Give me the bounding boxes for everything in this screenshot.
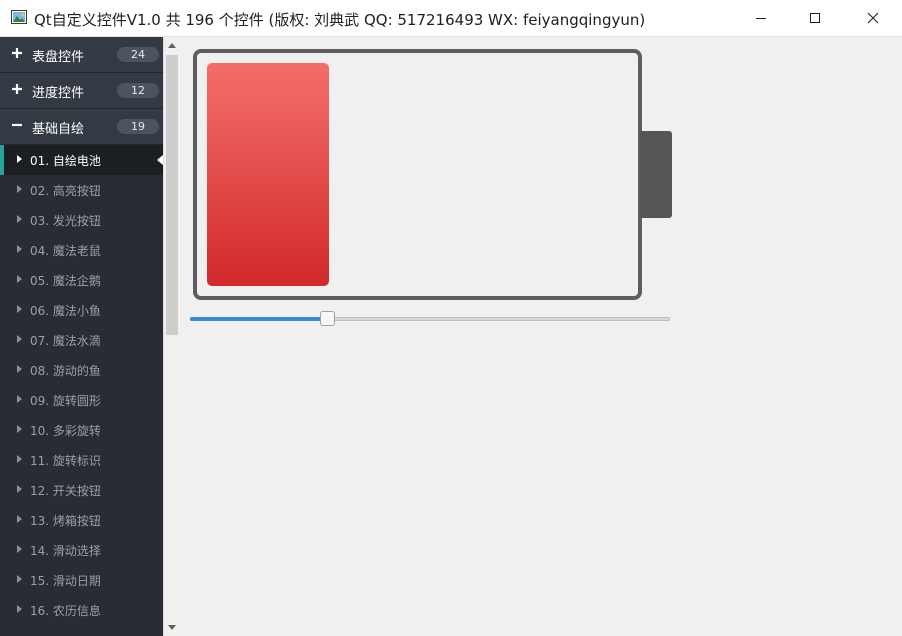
sidebar-item-label: 11. 旋转标识 — [30, 454, 101, 468]
scroll-down-button[interactable] — [164, 619, 180, 636]
sidebar-item-label: 05. 魔法企鹅 — [30, 274, 101, 288]
sidebar-item-label: 02. 高亮按钮 — [30, 184, 101, 198]
caret-right-icon — [17, 395, 22, 403]
sidebar-group-label: 进度控件 — [32, 86, 85, 101]
battery-level-fill — [207, 63, 329, 286]
sidebar-item[interactable]: 03. 发光按钮 — [0, 205, 163, 235]
sidebar-item-battery[interactable]: 01. 自绘电池 — [0, 145, 163, 175]
sidebar-item-label: 15. 滑动日期 — [30, 574, 101, 588]
arrow-down-icon — [168, 625, 176, 630]
minus-icon — [12, 123, 22, 127]
caret-right-icon — [17, 155, 22, 163]
sidebar-item-label: 08. 游动的鱼 — [30, 364, 101, 378]
sidebar-item-label: 10. 多彩旋转 — [30, 424, 101, 438]
sidebar-item[interactable]: 09. 旋转圆形 — [0, 385, 163, 415]
sidebar-item-label: 06. 魔法小鱼 — [30, 304, 101, 318]
sidebar-item[interactable]: 13. 烤箱按钮 — [0, 505, 163, 535]
sidebar-group-label: 表盘控件 — [32, 50, 85, 65]
sidebar-item-label: 09. 旋转圆形 — [30, 394, 101, 408]
sidebar-item[interactable]: 14. 滑动选择 — [0, 535, 163, 565]
sidebar-item[interactable]: 15. 滑动日期 — [0, 565, 163, 595]
sidebar-item-label: 03. 发光按钮 — [30, 214, 101, 228]
sidebar-item[interactable]: 10. 多彩旋转 — [0, 415, 163, 445]
sidebar-item-label: 04. 魔法老鼠 — [30, 244, 101, 258]
caret-right-icon — [17, 575, 22, 583]
window-title: Qt自定义控件V1.0 共 196 个控件 (版权: 刘典武 QQ: 51721… — [34, 11, 646, 29]
close-icon — [867, 12, 879, 24]
caret-right-icon — [17, 305, 22, 313]
close-button[interactable] — [844, 0, 902, 36]
sidebar-item-label: 13. 烤箱按钮 — [30, 514, 101, 528]
sidebar-item[interactable]: 05. 魔法企鹅 — [0, 265, 163, 295]
sidebar-item[interactable]: 16. 农历信息 — [0, 595, 163, 625]
app-image-icon — [11, 10, 27, 24]
sidebar-item[interactable]: 06. 魔法小鱼 — [0, 295, 163, 325]
sidebar-item[interactable]: 02. 高亮按钮 — [0, 175, 163, 205]
plus-icon — [12, 48, 22, 58]
caret-right-icon — [17, 245, 22, 253]
sidebar-item[interactable]: 07. 魔法水滴 — [0, 325, 163, 355]
sidebar-item[interactable]: 12. 开关按钮 — [0, 475, 163, 505]
minimize-icon — [756, 18, 766, 19]
sidebar-item[interactable]: 11. 旋转标识 — [0, 445, 163, 475]
sidebar-item-label: 16. 农历信息 — [30, 604, 101, 618]
caret-right-icon — [17, 185, 22, 193]
sidebar-nav: 表盘控件 24 进度控件 12 基础自绘 19 01. 自绘电池 02. 高亮按… — [0, 37, 163, 636]
sidebar-group-basic[interactable]: 基础自绘 19 — [0, 109, 163, 145]
battery-level-slider[interactable] — [190, 311, 670, 327]
minimize-button[interactable] — [732, 0, 790, 36]
sidebar-group-dial[interactable]: 表盘控件 24 — [0, 37, 163, 73]
sidebar-item-label: 14. 滑动选择 — [30, 544, 101, 558]
sidebar-item-label: 12. 开关按钮 — [30, 484, 101, 498]
maximize-button[interactable] — [786, 0, 844, 36]
arrow-up-icon — [168, 43, 176, 48]
sidebar-scrollbar[interactable] — [163, 37, 180, 636]
caret-right-icon — [17, 335, 22, 343]
sidebar-item-label: 07. 魔法水滴 — [30, 334, 101, 348]
battery-terminal — [640, 131, 672, 218]
scroll-up-button[interactable] — [164, 37, 180, 54]
sidebar-group-progress[interactable]: 进度控件 12 — [0, 73, 163, 109]
count-badge: 12 — [117, 83, 159, 98]
caret-right-icon — [17, 545, 22, 553]
app-window: Qt自定义控件V1.0 共 196 个控件 (版权: 刘典武 QQ: 51721… — [0, 0, 902, 636]
caret-right-icon — [17, 425, 22, 433]
slider-handle[interactable] — [320, 311, 335, 326]
scrollbar-thumb[interactable] — [166, 55, 178, 335]
slider-filled-track — [190, 317, 324, 321]
title-bar: Qt自定义控件V1.0 共 196 个控件 (版权: 刘典武 QQ: 51721… — [0, 0, 902, 37]
caret-right-icon — [17, 455, 22, 463]
active-indicator — [0, 145, 4, 175]
caret-right-icon — [17, 275, 22, 283]
caret-right-icon — [17, 215, 22, 223]
caret-right-icon — [17, 365, 22, 373]
sidebar-group-label: 基础自绘 — [32, 122, 85, 137]
caret-right-icon — [17, 515, 22, 523]
sidebar-item-label: 01. 自绘电池 — [30, 154, 101, 168]
sidebar-item[interactable]: 04. 魔法老鼠 — [0, 235, 163, 265]
caret-right-icon — [17, 485, 22, 493]
count-badge: 24 — [117, 47, 159, 62]
plus-icon — [12, 84, 22, 94]
maximize-icon — [810, 13, 820, 23]
caret-right-icon — [17, 605, 22, 613]
sidebar-item[interactable]: 08. 游动的鱼 — [0, 355, 163, 385]
count-badge: 19 — [117, 119, 159, 134]
